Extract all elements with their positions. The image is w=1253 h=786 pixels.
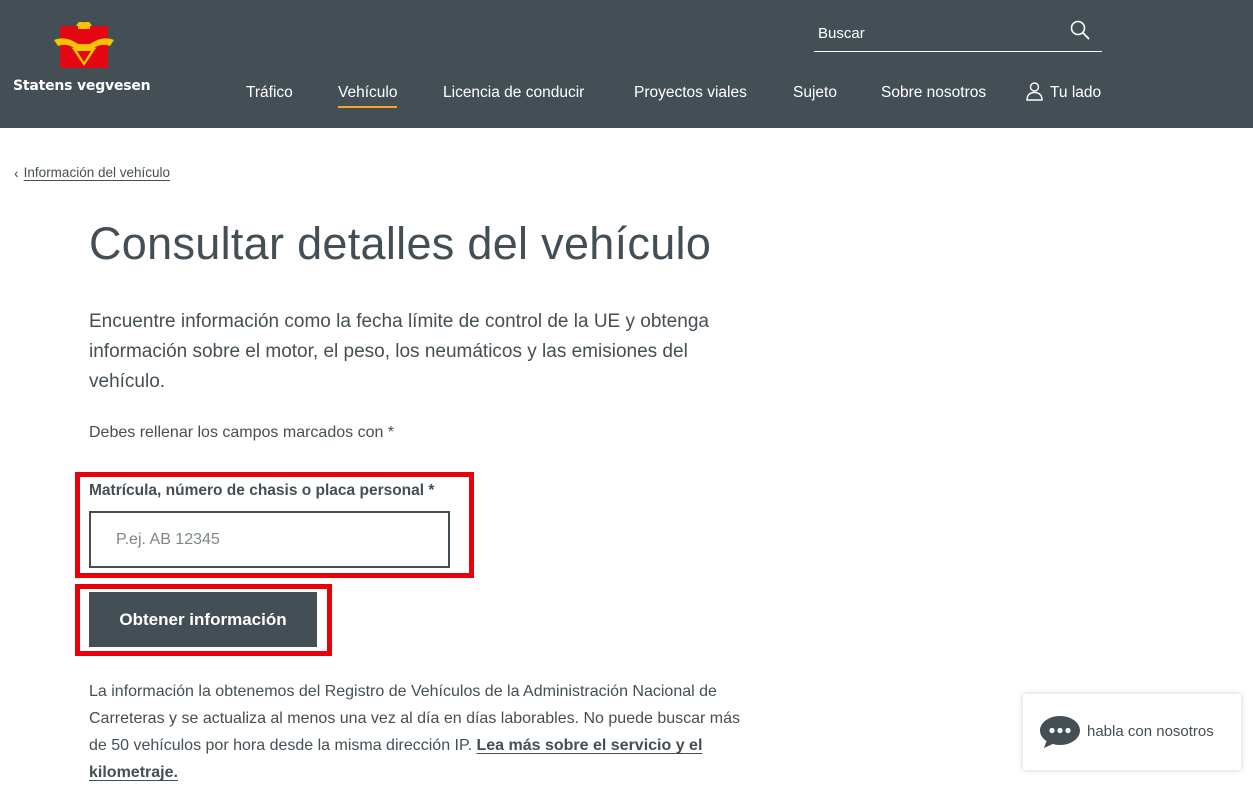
nav-item-trafico[interactable]: Tráfico bbox=[246, 83, 293, 105]
nav-item-sujeto[interactable]: Sujeto bbox=[793, 83, 837, 105]
chevron-left-icon: ‹ bbox=[14, 164, 19, 181]
back-link-label: Información del vehículo bbox=[23, 165, 171, 180]
data-source-info: La información la obtenemos del Registro… bbox=[89, 678, 749, 786]
logo-emblem-icon bbox=[54, 22, 114, 68]
chat-label: habla con nosotros bbox=[1087, 723, 1214, 740]
logo-text: Statens vegvesen bbox=[13, 78, 151, 94]
search-icon[interactable] bbox=[1070, 20, 1090, 40]
chat-bubble-icon bbox=[1040, 716, 1080, 748]
search-input[interactable] bbox=[818, 22, 1058, 44]
chat-widget[interactable]: habla con nosotros bbox=[1023, 694, 1241, 770]
plate-number-input[interactable] bbox=[89, 511, 450, 568]
intro-text: Encuentre información como la fecha lími… bbox=[89, 311, 709, 392]
plate-field-label: Matrícula, número de chasis o placa pers… bbox=[89, 482, 435, 499]
back-link[interactable]: ‹ Información del vehículo bbox=[14, 165, 170, 180]
nav-item-vehiculo[interactable]: Vehículo bbox=[338, 83, 398, 108]
nav-item-sobre-nosotros[interactable]: Sobre nosotros bbox=[881, 83, 986, 105]
statens-vegvesen-logo[interactable]: Statens vegvesen bbox=[13, 22, 155, 96]
nav-item-proyectos[interactable]: Proyectos viales bbox=[634, 83, 747, 105]
required-fields-note: Debes rellenar los campos marcados con * bbox=[89, 424, 395, 441]
nav-item-tu-lado[interactable]: Tu lado bbox=[1026, 80, 1101, 102]
user-icon bbox=[1026, 81, 1043, 101]
search-bar bbox=[814, 16, 1102, 52]
nav-item-licencia[interactable]: Licencia de conducir bbox=[443, 83, 584, 105]
nav-item-tu-lado-label: Tu lado bbox=[1050, 84, 1102, 101]
page-title: Consultar detalles del vehículo bbox=[89, 218, 712, 269]
site-header: Statens vegvesen Tráfico Vehículo Licenc… bbox=[0, 0, 1253, 128]
get-information-button[interactable]: Obtener información bbox=[89, 592, 317, 647]
